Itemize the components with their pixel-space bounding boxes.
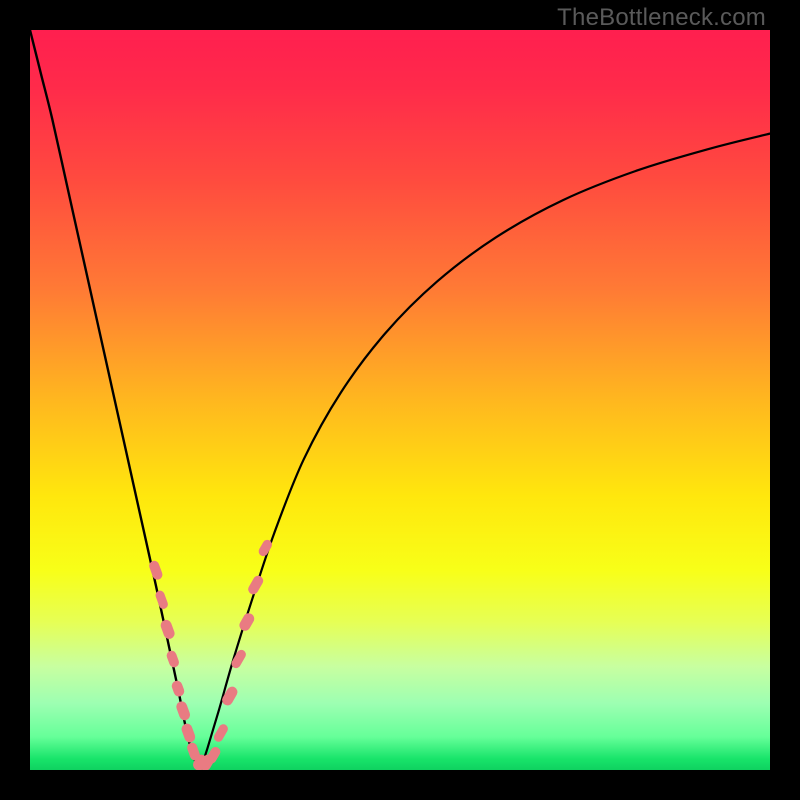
- chart-curves: [30, 30, 770, 770]
- outer-frame: TheBottleneck.com: [0, 0, 800, 800]
- watermark-text: TheBottleneck.com: [557, 4, 766, 32]
- bead: [237, 611, 256, 633]
- bead: [175, 700, 192, 722]
- bead: [170, 679, 185, 698]
- bead: [180, 722, 197, 744]
- plot-area: [30, 30, 770, 770]
- bead: [154, 589, 169, 610]
- bead: [246, 574, 265, 596]
- right-arm-curve: [200, 134, 770, 770]
- bead: [159, 618, 176, 640]
- bead: [165, 649, 180, 668]
